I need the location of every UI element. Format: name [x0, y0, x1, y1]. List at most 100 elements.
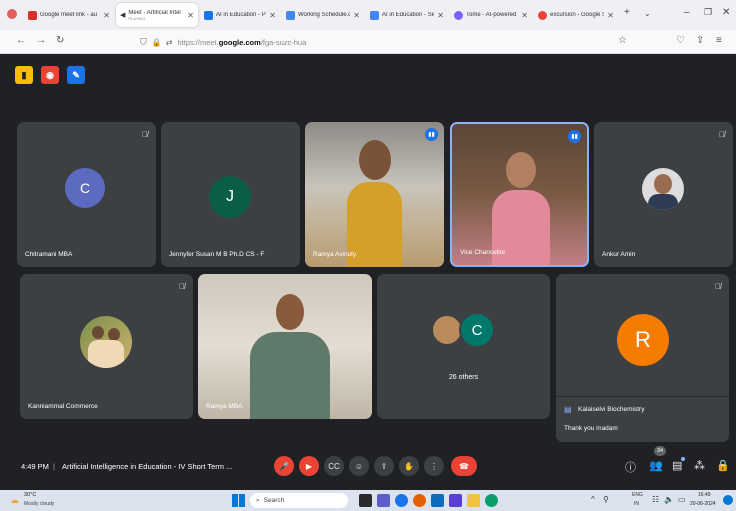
- avatar: C: [65, 168, 105, 208]
- chat-message: Thank you madam: [564, 425, 618, 432]
- network-icon[interactable]: ⚲: [603, 495, 609, 504]
- teams-icon[interactable]: [377, 494, 390, 507]
- others-tile[interactable]: C 26 others: [377, 274, 550, 419]
- chat-notification[interactable]: ▤ Kalaiselvi Biochemistry Thank you mada…: [556, 396, 729, 442]
- notification-icon[interactable]: [723, 495, 733, 505]
- people-icon[interactable]: 👥: [649, 459, 663, 472]
- file-explorer-icon[interactable]: [467, 494, 480, 507]
- camera-off-button[interactable]: ▶: [299, 456, 319, 476]
- extensions-icon[interactable]: ⇪: [696, 35, 704, 46]
- speaker-icon[interactable]: ◀: [120, 11, 125, 19]
- more-options-button[interactable]: ⋮: [424, 456, 444, 476]
- address-bar[interactable]: ⛉ 🔒 ⇄ https://meet. google.com/fga-suzc-h…: [140, 33, 640, 51]
- firefox-view-icon[interactable]: [7, 9, 17, 19]
- tab-ai-education-session[interactable]: AI in Education - Sess ✕: [366, 3, 448, 27]
- close-tab-icon[interactable]: ✕: [103, 11, 110, 20]
- search-icon: ⌕: [256, 496, 260, 504]
- tab-list-icon[interactable]: ⌄: [644, 9, 651, 18]
- tab-title: Google meet link - au: [40, 12, 98, 18]
- url-prefix: https://meet.: [177, 37, 219, 47]
- store-icon[interactable]: [449, 494, 462, 507]
- participant-name: Ankur Amin: [602, 251, 636, 258]
- tab-excursion-search[interactable]: excursion - Google Se ✕: [534, 3, 618, 27]
- weather-icon: ☁: [10, 495, 19, 505]
- chat-sender: Kalaiselvi Biochemistry: [578, 406, 645, 413]
- meeting-title: Artificial Intelligence in Education - I…: [62, 462, 233, 471]
- tab-playing-label: PLAYING: [128, 15, 146, 21]
- chrome-icon[interactable]: [395, 494, 408, 507]
- tray-chevron-icon[interactable]: ^: [591, 495, 595, 504]
- close-tab-icon[interactable]: ✕: [437, 11, 444, 20]
- participant-video-tile[interactable]: ▮▮ Vice Chancellor: [450, 122, 589, 267]
- wifi-icon[interactable]: ☷: [652, 495, 659, 504]
- tab-title: Meet - Artificial Intel: [128, 9, 181, 16]
- new-tab-icon[interactable]: +: [624, 7, 630, 18]
- mail-icon[interactable]: [431, 494, 444, 507]
- present-button[interactable]: ⇪: [374, 456, 394, 476]
- close-tab-icon[interactable]: ✕: [353, 11, 360, 20]
- volume-icon[interactable]: 🔈: [664, 495, 674, 504]
- firefox-icon[interactable]: [413, 494, 426, 507]
- tab-working-schedule[interactable]: Working Schedule.doc ✕: [282, 3, 364, 27]
- gmail-icon: [28, 10, 37, 20]
- tab-ai-education-project[interactable]: AI in Education - Proj ✕: [200, 3, 280, 27]
- participant-video: [347, 140, 402, 267]
- permissions-icon[interactable]: ⇄: [166, 38, 173, 47]
- reload-icon[interactable]: ↻: [56, 35, 64, 46]
- close-tab-icon[interactable]: ✕: [521, 11, 528, 20]
- menu-icon[interactable]: ≡: [716, 35, 722, 46]
- windows-start-icon[interactable]: [232, 494, 245, 507]
- pocket-icon[interactable]: ♡: [676, 35, 685, 46]
- url-domain: google.com: [218, 37, 261, 47]
- search-box[interactable]: ⌕ Search: [250, 493, 348, 508]
- close-tab-icon[interactable]: ✕: [607, 11, 614, 20]
- captions-button[interactable]: CC: [324, 456, 344, 476]
- participant-tile[interactable]: 🎙̸ Kanniammal Commerce: [20, 274, 193, 419]
- activity-app-button[interactable]: ▮: [15, 66, 33, 84]
- lang-code[interactable]: ENG: [632, 492, 643, 498]
- participant-name: Chitramani MBA: [25, 251, 73, 258]
- tab-title: Tome - AI-powered st: [466, 12, 519, 18]
- clock-date[interactable]: 20-06-2024: [690, 501, 716, 507]
- participant-video-tile[interactable]: Ramya MBA: [198, 274, 372, 419]
- tab-title: AI in Education - Sess: [382, 12, 435, 18]
- info-icon[interactable]: ⓘ: [625, 459, 636, 475]
- close-tab-icon[interactable]: ✕: [187, 11, 194, 20]
- mic-off-button[interactable]: 🎤: [274, 456, 294, 476]
- raise-hand-button[interactable]: ✋: [399, 456, 419, 476]
- emoji-button[interactable]: ☺: [349, 456, 369, 476]
- edge-icon[interactable]: [485, 494, 498, 507]
- avatar: [80, 316, 132, 368]
- search-placeholder: Search: [263, 497, 285, 504]
- participant-tile[interactable]: J Jennyfer Susan M B Ph.D CS - F: [161, 122, 300, 267]
- participant-tile[interactable]: 🎙̸ Ankur Amin: [594, 122, 733, 267]
- shield-icon: ⛉: [140, 36, 147, 47]
- participant-name: Ramya MBA: [206, 403, 243, 410]
- notes-button[interactable]: ✎: [67, 66, 85, 84]
- tab-meet[interactable]: ◀ Meet - Artificial Intel PLAYING ✕: [116, 3, 198, 27]
- bookmark-star-icon[interactable]: ☆: [618, 35, 627, 46]
- task-view-icon[interactable]: [359, 494, 372, 507]
- activities-icon[interactable]: ⁂: [694, 459, 705, 472]
- participant-video-tile[interactable]: ▮▮ Ramya Avinuty: [305, 122, 444, 267]
- record-button[interactable]: ◉: [41, 66, 59, 84]
- lock-icon: 🔒: [151, 37, 162, 47]
- host-controls-icon[interactable]: 🔒: [716, 459, 730, 472]
- close-window-icon[interactable]: ✕: [722, 7, 730, 18]
- lang-region[interactable]: IN: [634, 501, 639, 507]
- tab-google-meet-link[interactable]: Google meet link - au ✕: [24, 3, 114, 27]
- close-tab-icon[interactable]: ✕: [269, 11, 276, 20]
- forward-icon[interactable]: →: [36, 35, 46, 46]
- chat-icon[interactable]: ▤: [672, 459, 682, 472]
- avatar: R: [617, 314, 669, 366]
- clock-time[interactable]: 16:49: [698, 492, 711, 498]
- maximize-icon[interactable]: ❐: [704, 7, 712, 18]
- leave-call-button[interactable]: ☎: [451, 456, 477, 476]
- participant-tile[interactable]: 🎙̸ C Chitramani MBA: [17, 122, 156, 267]
- battery-icon[interactable]: ▭: [678, 495, 686, 504]
- back-icon[interactable]: ←: [16, 35, 26, 46]
- minimize-icon[interactable]: –: [684, 7, 690, 18]
- muted-mic-icon: 🎙̸: [719, 130, 725, 139]
- tab-tome[interactable]: Tome - AI-powered st ✕: [450, 3, 532, 27]
- muted-mic-icon: 🎙̸: [179, 282, 185, 291]
